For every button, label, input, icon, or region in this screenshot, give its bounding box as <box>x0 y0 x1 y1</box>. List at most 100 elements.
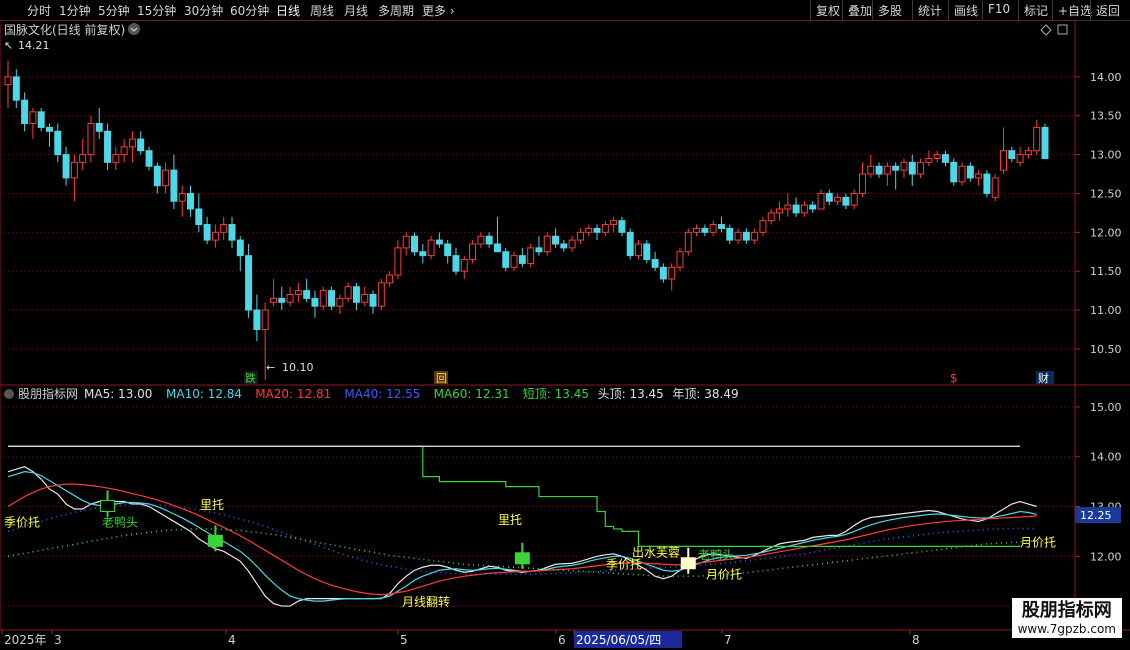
indicator-grid <box>0 406 1075 607</box>
indicator-line-MA20 <box>7 483 1037 596</box>
period-tab-2[interactable]: 5分钟 <box>98 2 130 19</box>
candle-body <box>195 208 203 226</box>
indicator-axis-label: 12.00 <box>1090 550 1122 563</box>
candle-body <box>120 146 128 156</box>
candle-body <box>469 243 477 261</box>
toolbar-button-0[interactable]: 复权 <box>810 0 845 20</box>
candle-body <box>435 239 443 245</box>
candle-body <box>593 227 601 233</box>
event-marker-3[interactable]: $ <box>950 371 958 385</box>
toolbar-button-2[interactable]: 多股 <box>872 0 907 20</box>
main-grid <box>0 76 1075 350</box>
period-tab-4[interactable]: 30分钟 <box>184 2 223 19</box>
signal-marker <box>514 552 530 565</box>
x-axis-label: 4 <box>228 633 236 647</box>
candle-body <box>253 309 261 330</box>
candle-body <box>585 227 593 233</box>
candle-body <box>137 138 145 152</box>
candle-body <box>568 239 576 249</box>
candle-body <box>883 165 891 175</box>
candle-body <box>684 231 692 253</box>
candle-body <box>941 154 949 163</box>
candle-body <box>867 165 875 175</box>
period-tab-7[interactable]: 周线 <box>310 2 334 19</box>
candle-body <box>925 157 933 163</box>
toolbar-button-5[interactable]: F10 <box>982 0 1015 20</box>
candle-body <box>444 243 452 257</box>
toolbar-button-6[interactable]: 标记 <box>1018 0 1053 20</box>
candle-body <box>776 208 784 214</box>
candle-body <box>859 173 866 194</box>
signal-annotation: 里托 <box>498 513 522 527</box>
candle-body <box>278 297 286 303</box>
ma-legend-item: MA60: 12.31 <box>434 387 510 401</box>
candle-body <box>87 123 95 156</box>
candle-body <box>734 231 742 241</box>
candle-body <box>419 251 427 257</box>
candle-body <box>759 220 767 233</box>
period-tab-6[interactable]: 日线 <box>276 2 300 19</box>
toolbar-button-8[interactable]: 返回 <box>1090 0 1125 20</box>
candle-body <box>800 204 808 214</box>
candle-body <box>693 227 701 233</box>
candle-body <box>751 231 759 241</box>
candle-body <box>303 290 311 299</box>
toolbar-button-4[interactable]: 画线 <box>948 0 983 20</box>
candle-body <box>261 309 269 330</box>
candle-body <box>427 239 435 257</box>
candle-body <box>709 224 717 233</box>
candle-body <box>983 173 991 194</box>
candlestick-series <box>4 60 1049 380</box>
x-axis-label: 8 <box>912 633 920 647</box>
candle-body <box>742 231 750 241</box>
period-tab-3[interactable]: 15分钟 <box>137 2 176 19</box>
candle-body <box>319 290 327 307</box>
indicator-line-MA10 <box>7 471 1037 602</box>
candle-body <box>626 231 634 257</box>
main-price-axis: 14.00 13.50 13.00 12.50 12.00 11.50 11.00 10.50 <box>1075 71 1122 356</box>
candle-body <box>37 111 45 128</box>
candle-body <box>402 235 410 249</box>
candle-body <box>477 235 485 245</box>
candle-body <box>95 123 103 132</box>
ma-legend-item: 短顶: 13.45 <box>523 387 589 401</box>
title-dropdown-icon[interactable] <box>128 23 140 35</box>
candle-body <box>170 169 178 202</box>
candle-body <box>643 243 651 261</box>
period-tab-0[interactable]: 分时 <box>27 2 51 19</box>
candle-body <box>875 165 883 175</box>
toolbar-button-3[interactable]: 统计 <box>912 0 947 20</box>
period-tab-1[interactable]: 1分钟 <box>59 2 91 19</box>
event-marker-1[interactable]: 跌 <box>245 371 256 385</box>
candle-body <box>162 169 170 187</box>
event-marker-4[interactable]: 财 <box>1038 371 1049 385</box>
maximize-icon[interactable] <box>1057 24 1068 35</box>
candle-body <box>576 231 584 241</box>
period-tab-10[interactable]: 更多 › <box>422 2 455 19</box>
diamond-icon[interactable] <box>1040 24 1052 36</box>
candle-body <box>394 247 402 276</box>
main-axis-label: 11.00 <box>1090 304 1122 317</box>
candle-body <box>286 294 294 303</box>
candle-body <box>269 297 277 303</box>
high-marker-arrow: ↖ <box>4 39 13 52</box>
candle-body <box>452 255 460 272</box>
candle-body <box>4 76 12 86</box>
x-axis-label: 7 <box>724 633 732 647</box>
candle-body <box>29 111 37 125</box>
indicator-dropdown-icon[interactable] <box>4 389 14 399</box>
period-tab-9[interactable]: 多周期 <box>378 2 414 19</box>
candle-body <box>610 220 618 226</box>
candle-body <box>211 231 219 241</box>
ma-legend-item: MA5: 13.00 <box>84 387 152 401</box>
main-axis-label: 12.00 <box>1090 226 1122 239</box>
candle-body <box>900 161 908 171</box>
event-marker-2[interactable]: 回 <box>436 372 447 385</box>
period-tab-5[interactable]: 60分钟 <box>230 2 269 19</box>
period-tab-8[interactable]: 月线 <box>344 2 368 19</box>
candle-body <box>726 227 734 241</box>
candle-body <box>344 286 352 299</box>
candle-body <box>228 224 236 241</box>
candle-body <box>618 220 626 233</box>
watermark-url: www.7gpzb.com <box>1017 622 1116 636</box>
